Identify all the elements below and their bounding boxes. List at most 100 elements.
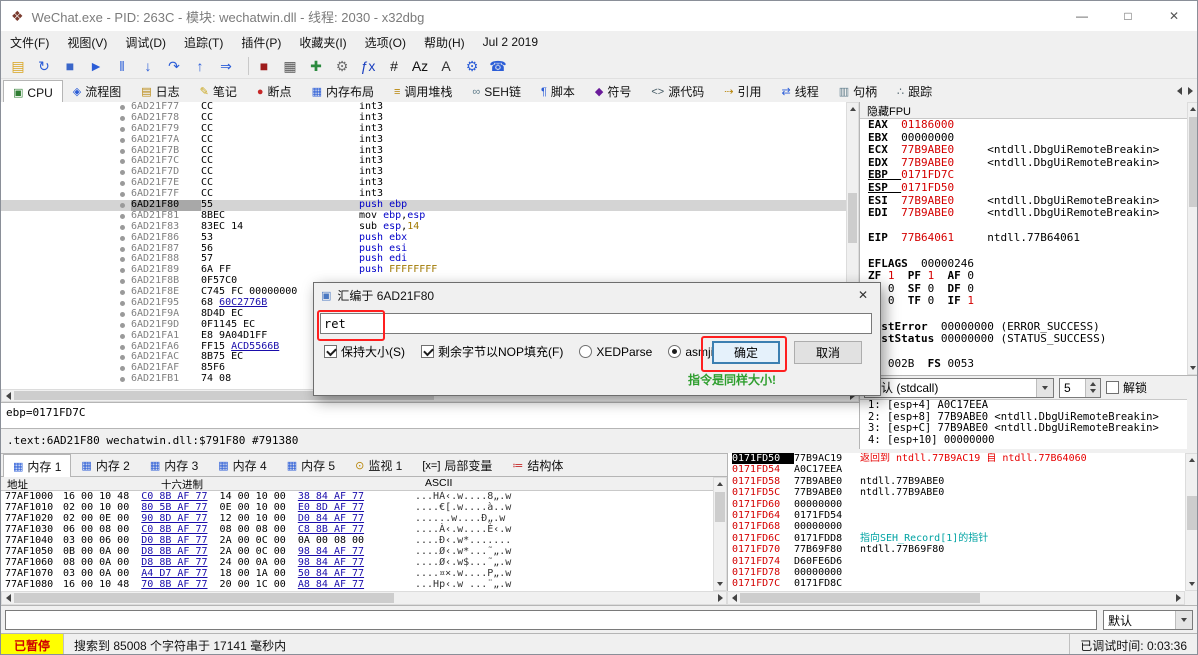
tab-trace[interactable]: ∴ 跟踪 — [887, 80, 942, 102]
close-button[interactable]: ✕ — [1151, 1, 1197, 31]
execute-till-return-button[interactable]: ⇒ — [213, 55, 239, 77]
dump-row[interactable]: 77AF1030 06 00 08 00 C0 8B AF 77 08 00 0… — [1, 524, 713, 535]
asmjit-radio[interactable]: asmjit — [668, 345, 716, 359]
dialog-close-icon[interactable]: ✕ — [846, 288, 880, 302]
settings-gear-button[interactable]: ⚙ — [459, 55, 485, 77]
scroll-left-button[interactable] — [2, 390, 14, 401]
disasm-row[interactable]: 6AD21F89 6A FF push FFFFFFFF — [1, 265, 846, 276]
tab-scroll-arrows[interactable] — [1177, 79, 1193, 102]
tab-graph[interactable]: ◈ 流程图 — [63, 80, 131, 102]
tab-struct[interactable]: ≔ 结构体 — [502, 454, 573, 476]
dump-row[interactable]: 77AF1070 03 00 0A 00 A4 D7 AF 77 18 00 1… — [1, 568, 713, 579]
strings-az-button[interactable]: Az — [407, 55, 433, 77]
scrollbar-track[interactable] — [740, 592, 1172, 604]
stack-row[interactable]: 0171FD54 A0C17EEA — [728, 464, 1185, 475]
registers-panel[interactable]: 隐藏FPU EAX 01186000EBX 00000000ECX 77B9AB… — [859, 102, 1187, 375]
dump-vertical-scrollbar[interactable] — [713, 477, 727, 591]
tab-log[interactable]: ▤ 日志 — [131, 80, 189, 102]
memory-dump-view[interactable]: 77AF1000 16 00 10 48 C0 8B AF 77 14 00 1… — [1, 491, 713, 591]
menu-item[interactable]: 调试(D) — [116, 32, 175, 53]
maximize-button[interactable]: □ — [1105, 1, 1151, 31]
disasm-row[interactable]: 6AD21F78 CC int3 — [1, 113, 846, 124]
scrollbar-thumb[interactable] — [1187, 496, 1197, 530]
stack-row[interactable]: 0171FD74 D60FE6D6 — [728, 556, 1185, 567]
stack-row[interactable]: 0171FD64 0171FD54 — [728, 510, 1185, 521]
scrollbar-track[interactable] — [714, 490, 726, 578]
argument-row[interactable]: 1: [esp+4] A0C17EEA — [860, 400, 1187, 412]
scrollbar-thumb[interactable] — [715, 492, 725, 522]
tab-symbols[interactable]: ◆ 符号 — [585, 80, 641, 102]
menu-item[interactable]: 追踪(T) — [175, 32, 232, 53]
stack-row[interactable]: 0171FD68 00000000 — [728, 521, 1185, 532]
disasm-row[interactable]: 6AD21F77 CC int3 — [1, 102, 846, 113]
disasm-row[interactable]: 6AD21F87 56 push esi — [1, 244, 846, 255]
restart-button[interactable]: ↻ — [31, 55, 57, 77]
dialog-title-bar[interactable]: ▣ 汇编于 6AD21F80 ✕ — [314, 283, 880, 307]
scroll-down-button[interactable] — [1188, 362, 1198, 374]
scroll-left-button[interactable] — [2, 592, 14, 604]
stop-button[interactable]: ■ — [57, 55, 83, 77]
step-over-button[interactable]: ↷ — [161, 55, 187, 77]
remote-phone-button[interactable]: ☎ — [485, 55, 511, 77]
dump-row[interactable]: 77AF1060 08 00 0A 00 D8 8B AF 77 24 00 0… — [1, 557, 713, 568]
disasm-row[interactable]: 6AD21F83 83EC 14 sub esp,14 — [1, 222, 846, 233]
dump-row[interactable]: 77AF1080 16 00 10 48 70 8B AF 77 20 00 1… — [1, 579, 713, 590]
tab-source[interactable]: <> 源代码 — [641, 80, 714, 102]
register-row[interactable]: EDI 77B9ABE0 <ntdll.DbgUiRemoteBreakin> — [860, 207, 1187, 220]
disasm-row[interactable]: 6AD21F79 CC int3 — [1, 124, 846, 135]
tab-dump-4[interactable]: ▦ 内存 4 — [208, 454, 276, 476]
scroll-down-button[interactable] — [714, 578, 726, 590]
argument-row[interactable]: 3: [esp+C] 77B9ABE0 <ntdll.DbgUiRemoteBr… — [860, 423, 1187, 435]
scroll-up-button[interactable] — [1186, 454, 1198, 466]
hash-button[interactable]: # — [381, 55, 407, 77]
menu-item[interactable]: 视图(V) — [58, 32, 116, 53]
register-row[interactable]: LastStatus 00000000 (STATUS_SUCCESS) — [860, 333, 1187, 346]
argument-row[interactable]: 4: [esp+10] 00000000 — [860, 435, 1187, 447]
scroll-up-button[interactable] — [847, 103, 858, 115]
nop-fill-checkbox[interactable]: 剩余字节以NOP填充(F) — [421, 343, 563, 360]
memory-map-button[interactable]: ▦ — [277, 55, 303, 77]
analysis-button[interactable]: A — [433, 55, 459, 77]
scroll-right-button[interactable] — [714, 592, 726, 604]
stack-row[interactable]: 0171FD58 77B9ABE0 ntdll.77B9ABE0 — [728, 476, 1185, 487]
tab-cpu[interactable]: ▣ CPU — [3, 80, 63, 104]
toolbar-separator[interactable] — [241, 57, 249, 75]
disasm-row[interactable]: 6AD21F7C CC int3 — [1, 156, 846, 167]
tab-breakpoints[interactable]: ● 断点 — [247, 80, 302, 102]
disasm-row[interactable]: 6AD21F7A CC int3 — [1, 135, 846, 146]
scrollbar-thumb[interactable] — [740, 593, 980, 603]
dump-row[interactable]: 77AF1020 02 00 0E 00 90 8D AF 77 12 00 1… — [1, 513, 713, 524]
stack-vertical-scrollbar[interactable] — [1185, 453, 1198, 591]
tab-seh[interactable]: ∞ SEH链 — [462, 80, 531, 102]
dump-row[interactable]: 77AF1040 03 00 06 00 D0 8B AF 77 2A 00 0… — [1, 535, 713, 546]
disasm-row[interactable]: 6AD21F81 8BEC mov ebp,esp — [1, 211, 846, 222]
register-row[interactable]: GS 002B FS 0053 — [860, 358, 1187, 371]
scroll-up-button[interactable] — [1188, 103, 1198, 115]
scrollbar-track[interactable] — [1188, 115, 1198, 362]
tab-notes[interactable]: ✎ 笔记 — [190, 80, 247, 102]
xedparse-radio[interactable]: XEDParse — [579, 345, 652, 359]
calling-convention-select[interactable]: 默认 (stdcall) — [864, 378, 1054, 398]
tab-dump-2[interactable]: ▦ 内存 2 — [71, 454, 139, 476]
stack-row[interactable]: 0171FD70 77B69F80 ntdll.77B69F80 — [728, 544, 1185, 555]
step-into-button[interactable]: ↓ — [135, 55, 161, 77]
dump-row[interactable]: 77AF1050 0B 00 0A 00 D8 8B AF 77 2A 00 0… — [1, 546, 713, 557]
tab-watch-1[interactable]: ⊙ 监视 1 — [345, 454, 412, 476]
scroll-up-button[interactable] — [714, 478, 726, 490]
hide-fpu-button[interactable]: 隐藏FPU — [860, 102, 1187, 119]
dump-horizontal-scrollbar[interactable] — [1, 591, 727, 605]
stack-view[interactable]: 0171FD50 77B9AC19 返回到 ntdll.77B9AC19 自 n… — [727, 453, 1185, 591]
scrollbar-track[interactable] — [14, 592, 714, 604]
disasm-row[interactable]: 6AD21F7F CC int3 — [1, 189, 846, 200]
tab-script[interactable]: ¶ 脚本 — [531, 80, 585, 102]
scrollbar-thumb[interactable] — [848, 193, 857, 243]
spinner-arrows-icon[interactable] — [1085, 379, 1100, 397]
open-file-button[interactable]: ▤ — [5, 55, 31, 77]
keep-size-checkbox[interactable]: 保持大小(S) — [324, 343, 405, 360]
argument-count-spinner[interactable]: 5 — [1059, 378, 1101, 398]
minimize-button[interactable]: — — [1059, 1, 1105, 31]
tab-locals[interactable]: [x=] 局部变量 — [412, 454, 502, 476]
pause-button[interactable]: ‖ — [109, 55, 135, 77]
tab-threads[interactable]: ⇄ 线程 — [771, 80, 828, 102]
scrollbar-track[interactable] — [1186, 466, 1198, 578]
